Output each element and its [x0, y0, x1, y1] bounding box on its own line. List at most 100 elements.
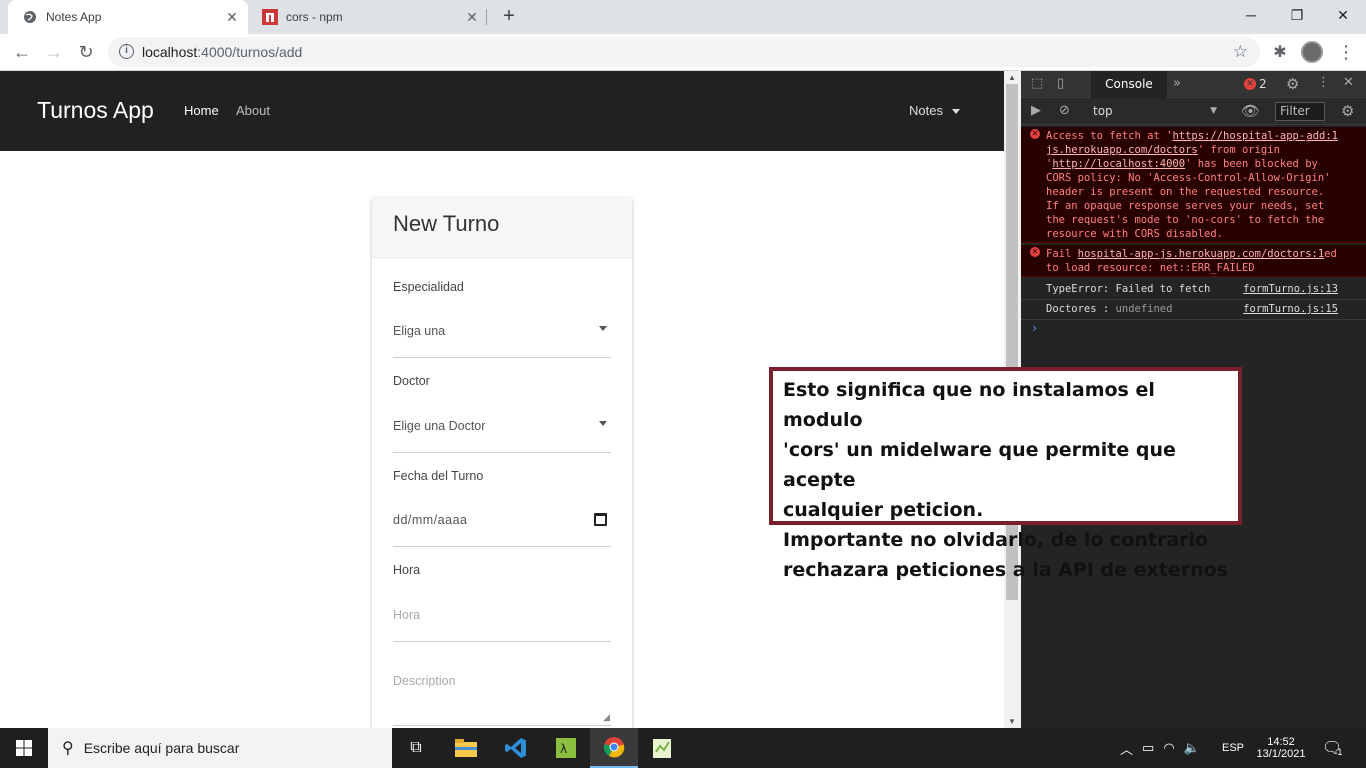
inspect-element-icon[interactable]: ⬚	[1031, 76, 1043, 91]
hora-label: Hora	[393, 563, 421, 577]
nav-about[interactable]: About	[236, 103, 270, 118]
console-toolbar: ▶ ⊘ top ▼ 👁 Filter ⚙	[1021, 98, 1366, 125]
eye-icon[interactable]: 👁	[1241, 102, 1260, 120]
annotation-line: cualquier peticion.	[783, 499, 984, 521]
language-indicator[interactable]: ESP	[1222, 728, 1244, 768]
url-text: localhost:4000/turnos/add	[142, 44, 303, 60]
notepad-plus-icon[interactable]	[638, 728, 686, 768]
globe-icon	[22, 9, 38, 25]
avatar[interactable]	[1301, 41, 1323, 63]
kebab-menu-icon[interactable]: ⋮	[1317, 75, 1330, 90]
tab-divider	[486, 9, 487, 25]
especialidad-select[interactable]: Eliga una	[393, 316, 611, 358]
minimize-button[interactable]: ─	[1228, 0, 1274, 30]
caret-down-icon	[951, 109, 960, 115]
tab-notes-app[interactable]: Notes App ✕	[8, 0, 248, 34]
doctor-label: Doctor	[393, 374, 430, 388]
annotation-line: Esto significa que no instalamos el modu…	[783, 379, 1155, 431]
console-log-doctores: Doctores : undefined formTurno.js:15	[1021, 300, 1366, 320]
source-link[interactable]: add:1	[1306, 129, 1338, 143]
file-explorer-icon[interactable]	[442, 728, 490, 768]
dropdown-arrow-icon	[599, 421, 607, 426]
device-toolbar-icon[interactable]: ▯	[1057, 76, 1064, 91]
origin-link[interactable]: http://localhost:4000	[1052, 158, 1185, 170]
reload-icon[interactable]: ↻	[72, 38, 100, 66]
tab-console[interactable]: Console	[1091, 71, 1167, 98]
annotation-box: Esto significa que no instalamos el modu…	[769, 367, 1242, 581]
volume-icon[interactable]: 🔈	[1184, 740, 1200, 756]
clear-console-icon[interactable]: ⊘	[1059, 103, 1070, 118]
bookmark-star-icon[interactable]: ☆	[1233, 42, 1248, 62]
clock[interactable]: 14:52 13/1/2021	[1256, 728, 1306, 768]
fecha-label: Fecha del Turno	[393, 469, 484, 483]
tab-title: Notes App	[46, 10, 102, 24]
fecha-date-input[interactable]: dd/mm/aaaa	[393, 505, 611, 547]
hora-input[interactable]: Hora	[393, 600, 611, 642]
vscode-icon[interactable]	[492, 728, 540, 768]
wifi-icon[interactable]: ◠	[1163, 740, 1174, 756]
especialidad-label: Especialidad	[393, 280, 464, 294]
extensions-icon[interactable]: ✱	[1266, 38, 1294, 66]
address-bar[interactable]: i localhost:4000/turnos/add ☆	[108, 37, 1260, 67]
source-link[interactable]: formTurno.js:13	[1243, 282, 1338, 296]
annotation-line: rechazara peticiones a la API de externo…	[783, 559, 1228, 581]
window-close-button[interactable]: ✕	[1320, 0, 1366, 30]
battery-icon[interactable]: ▭	[1142, 740, 1154, 756]
more-tabs-icon[interactable]: »	[1173, 76, 1181, 91]
tab-title: cors - npm	[286, 10, 343, 24]
menu-icon[interactable]: ⋮	[1332, 38, 1360, 66]
new-turno-card: New Turno Especialidad Eliga una Doctor …	[372, 198, 632, 728]
console-settings-icon[interactable]: ⚙	[1341, 102, 1354, 120]
system-tray-icons[interactable]: ︿ ▭ ◠ 🔈	[1120, 728, 1200, 768]
annotation-line: 'cors' un midelware que permite que acep…	[783, 439, 1176, 491]
context-select[interactable]: top ▼	[1087, 102, 1221, 121]
new-tab-button[interactable]: +	[498, 5, 520, 27]
app-navbar: Turnos App Home About Notes	[0, 71, 1004, 151]
error-count[interactable]: 2	[1259, 77, 1267, 91]
tab-cors-npm[interactable]: cors - npm ✕	[248, 0, 488, 34]
windows-taskbar: ⚲ Escribe aquí para buscar ⧉ λ ︿ ▭ ◠ 🔈 E…	[0, 728, 1366, 768]
restore-button[interactable]: ❐	[1274, 0, 1320, 30]
dropdown-arrow-icon: ▼	[1210, 106, 1217, 116]
chevron-up-icon[interactable]: ︿	[1120, 739, 1133, 758]
close-icon[interactable]: ✕	[224, 9, 240, 25]
devtools-tabs: ⬚ ▯ Console » ✕ 2 ⚙ ⋮ ✕	[1021, 71, 1366, 98]
close-icon[interactable]: ✕	[464, 9, 480, 25]
error-icon: ✕	[1244, 78, 1256, 90]
console-log-typeerror: TypeError: Failed to fetch formTurno.js:…	[1021, 280, 1366, 300]
close-devtools-icon[interactable]: ✕	[1343, 75, 1354, 90]
back-icon[interactable]: ←	[8, 38, 36, 66]
doctor-select[interactable]: Elige una Doctor	[393, 411, 611, 453]
task-view-icon[interactable]: ⧉	[392, 728, 440, 768]
console-error-fetch: ✕ Fail hospital-app-js.herokuapp.com/doc…	[1021, 245, 1366, 277]
notes-dropdown[interactable]: Notes	[909, 103, 960, 118]
npm-icon	[262, 9, 278, 25]
notification-center-icon[interactable]: 🗨 1	[1322, 728, 1342, 768]
description-textarea[interactable]: Description ◢	[393, 666, 611, 726]
annotation-line: Importante no olvidarlo, de lo contrario	[783, 529, 1209, 551]
dropdown-arrow-icon	[599, 326, 607, 331]
brand-logo[interactable]: Turnos App	[37, 97, 154, 124]
resource-link[interactable]: hospital-app-js.herokuapp.com/doctors:1	[1078, 248, 1325, 260]
resize-handle-icon[interactable]: ◢	[603, 712, 610, 723]
filter-input[interactable]: Filter	[1275, 102, 1325, 121]
search-icon: ⚲	[62, 740, 74, 757]
chrome-icon[interactable]	[590, 728, 638, 768]
windows-start-icon[interactable]	[0, 728, 48, 768]
taskbar-search-box[interactable]: ⚲ Escribe aquí para buscar	[48, 728, 392, 768]
source-link[interactable]: formTurno.js:15	[1243, 302, 1338, 316]
error-icon: ✕	[1030, 129, 1040, 139]
calendar-icon[interactable]	[594, 513, 607, 526]
console-prompt-icon[interactable]: ›	[1031, 321, 1038, 335]
sidebar-toggle-icon[interactable]: ▶	[1031, 103, 1041, 118]
card-title: New Turno	[372, 198, 632, 258]
error-icon: ✕	[1030, 247, 1040, 257]
scroll-up-icon[interactable]: ▲	[1008, 73, 1016, 82]
scroll-down-icon[interactable]: ▼	[1008, 717, 1016, 726]
git-bash-icon[interactable]: λ	[542, 728, 590, 768]
nav-home[interactable]: Home	[184, 103, 219, 118]
info-icon[interactable]: i	[119, 44, 134, 59]
browser-toolbar: ← → ↻ i localhost:4000/turnos/add ☆ ✱ ⋮	[0, 34, 1366, 71]
settings-gear-icon[interactable]: ⚙	[1286, 75, 1299, 93]
forward-icon[interactable]: →	[40, 38, 68, 66]
